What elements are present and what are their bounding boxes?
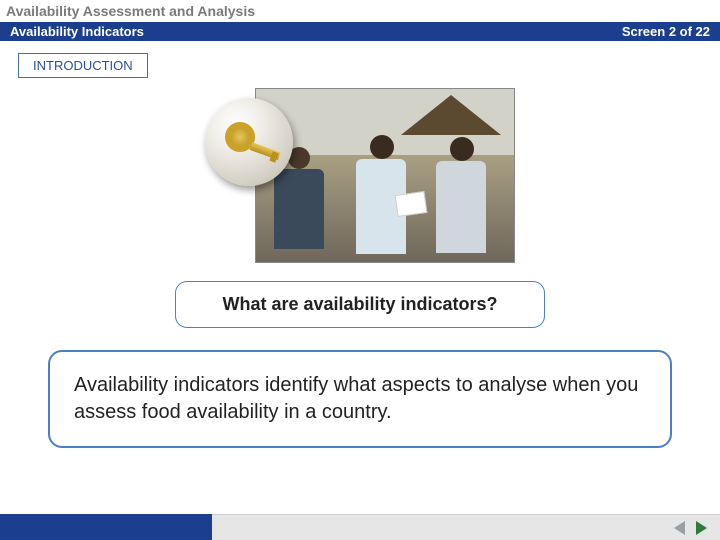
key-icon <box>205 98 293 186</box>
chevron-left-icon <box>674 521 685 535</box>
section-label: INTRODUCTION <box>18 53 148 78</box>
footer-nav <box>212 514 720 540</box>
module-title: Availability Indicators <box>10 24 144 39</box>
figure-person-3 <box>436 161 486 253</box>
figure-person-2 <box>356 159 406 254</box>
chevron-right-icon <box>696 521 707 535</box>
footer-bar <box>0 514 720 540</box>
footer-accent <box>0 514 212 540</box>
body-text-box: Availability indicators identify what as… <box>48 350 672 448</box>
course-title: Availability Assessment and Analysis <box>0 0 720 22</box>
prev-button[interactable] <box>670 519 688 537</box>
question-box: What are availability indicators? <box>175 281 545 328</box>
hero-image-area <box>205 88 515 263</box>
figure-person-1 <box>274 169 324 249</box>
screen-counter: Screen 2 of 22 <box>622 24 710 39</box>
hut-roof-shape <box>401 95 501 135</box>
module-bar: Availability Indicators Screen 2 of 22 <box>0 22 720 41</box>
context-photo <box>255 88 515 263</box>
next-button[interactable] <box>692 519 710 537</box>
